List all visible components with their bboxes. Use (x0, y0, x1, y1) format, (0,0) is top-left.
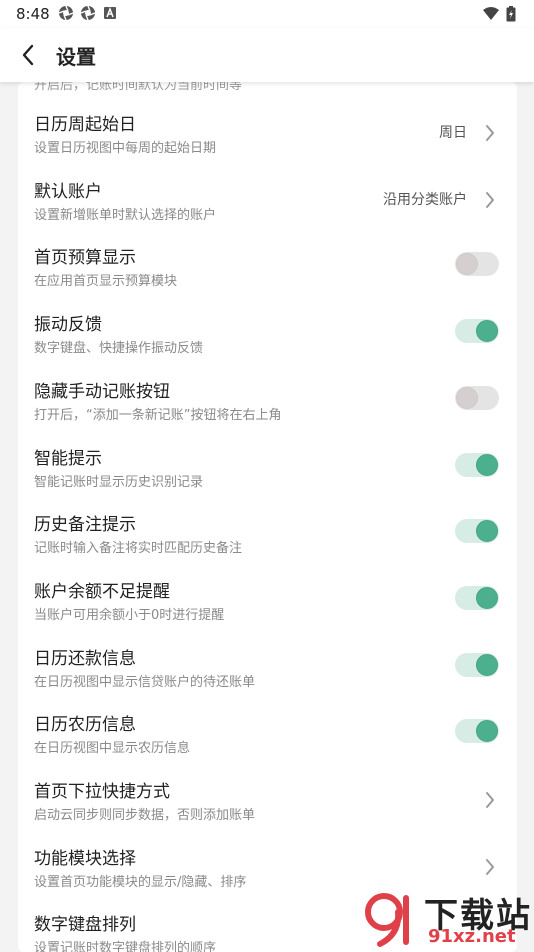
toggle-switch[interactable] (455, 252, 499, 277)
settings-row[interactable]: 日历还款信息在日历视图中显示信贷账户的待还账单 (18, 636, 517, 702)
settings-row[interactable]: 隐藏手动记账按钮打开后，“添加一条新记账”按钮将在右上角 (18, 369, 517, 435)
back-arrow-icon (22, 44, 34, 66)
settings-row[interactable]: 智能提示智能记账时显示历史识别记录 (18, 436, 517, 502)
setting-description: 当账户可用余额小于0时进行提醒 (34, 607, 225, 623)
status-time: 8:48 (16, 5, 50, 23)
watermark-url: 91xz.net (428, 926, 516, 947)
toggle-switch[interactable] (455, 585, 499, 610)
toggle-knob (476, 453, 498, 476)
status-notification-icons (58, 5, 118, 21)
status-bar: 8:48 (0, 0, 534, 28)
setting-description: 打开后，“添加一条新记账”按钮将在右上角 (34, 407, 282, 423)
settings-row[interactable]: 首页预算显示在应用首页显示预算模块 (18, 235, 517, 301)
chevron-right-icon (486, 125, 494, 141)
font-app-icon (104, 6, 116, 19)
setting-title: 日历还款信息 (34, 648, 136, 669)
setting-description: 启动云同步则同步数据，否则添加账单 (34, 808, 256, 823)
aperture-icon (80, 5, 96, 21)
toggle-knob (476, 653, 498, 676)
chevron-right-icon (486, 792, 494, 808)
setting-value: 沿用分类账户 (383, 191, 467, 208)
settings-row[interactable]: 默认账户设置新增账单时默认选择的账户 沿用分类账户 (18, 169, 517, 235)
chevron-right-icon (486, 191, 494, 208)
setting-description: 设置日历视图中每周的起始日期 (34, 141, 217, 156)
page-title: 设置 (56, 45, 96, 69)
setting-title: 首页下拉快捷方式 (34, 782, 170, 802)
setting-title: 智能提示 (34, 448, 102, 469)
setting-value: 周日 (439, 125, 467, 141)
toggle-switch[interactable] (455, 719, 499, 744)
toggle-switch[interactable] (455, 652, 499, 677)
setting-title: 账户余额不足提醒 (34, 581, 170, 602)
setting-title: 振动反馈 (34, 315, 102, 336)
setting-description: 在日历视图中显示农历信息 (34, 741, 191, 757)
toggle-knob (476, 586, 498, 609)
toggle-knob (456, 253, 478, 276)
settings-row[interactable]: 首页下拉快捷方式启动云同步则同步数据，否则添加账单 (18, 769, 517, 835)
setting-description: 设置首页功能模块的显示/隐藏、排序 (34, 874, 247, 890)
settings-row[interactable]: 日历周起始日设置日历视图中每周的起始日期 周日 (18, 102, 517, 168)
setting-title: 日历周起始日 (34, 115, 136, 135)
clipped-row-description: 开启后，记账时间默认为当前时间等 (34, 82, 243, 93)
settings-row[interactable]: 日历农历信息在日历视图中显示农历信息 (18, 702, 517, 768)
chevron-right-icon (486, 858, 494, 875)
toggle-knob (456, 386, 478, 409)
setting-title: 日历农历信息 (34, 715, 136, 736)
status-system-icons (482, 6, 516, 22)
app-bar: 设置 (0, 28, 534, 82)
toggle-knob (476, 320, 498, 343)
toggle-switch[interactable] (455, 519, 499, 544)
settings-row[interactable]: 振动反馈数字键盘、快捷操作振动反馈 (18, 302, 517, 368)
setting-description: 在日历视图中显示信贷账户的待还账单 (34, 674, 256, 690)
setting-title: 历史备注提示 (34, 515, 136, 536)
toggle-switch[interactable] (455, 385, 499, 410)
watermark: 下载站 91xz.net (362, 886, 532, 950)
toggle-knob (476, 520, 498, 543)
aperture-icon (58, 5, 74, 21)
watermark-logo-icon (365, 893, 409, 947)
setting-title: 默认账户 (34, 181, 102, 202)
setting-title: 数字键盘排列 (34, 915, 136, 936)
setting-description: 智能记账时显示历史识别记录 (34, 474, 204, 490)
setting-title: 首页预算显示 (34, 248, 136, 269)
setting-description: 设置新增账单时默认选择的账户 (34, 207, 217, 223)
settings-row[interactable]: 历史备注提示记账时输入备注将实时匹配历史备注 (18, 502, 517, 568)
toggle-switch[interactable] (455, 319, 499, 344)
setting-description: 在应用首页显示预算模块 (34, 274, 178, 290)
setting-description: 数字键盘、快捷操作振动反馈 (34, 341, 204, 357)
wifi-icon (483, 7, 499, 20)
settings-list: 开启后，记账时间默认为当前时间等 日历周起始日设置日历视图中每周的起始日期 周日默… (18, 82, 517, 952)
setting-description: 记账时输入备注将实时匹配历史备注 (34, 541, 243, 557)
toggle-switch[interactable] (455, 452, 499, 477)
back-button[interactable] (12, 39, 44, 71)
settings-row[interactable]: 账户余额不足提醒当账户可用余额小于0时进行提醒 (18, 569, 517, 635)
toggle-knob (476, 720, 498, 743)
battery-icon (506, 6, 516, 22)
setting-title: 功能模块选择 (34, 848, 136, 869)
setting-title: 隐藏手动记账按钮 (34, 381, 170, 402)
